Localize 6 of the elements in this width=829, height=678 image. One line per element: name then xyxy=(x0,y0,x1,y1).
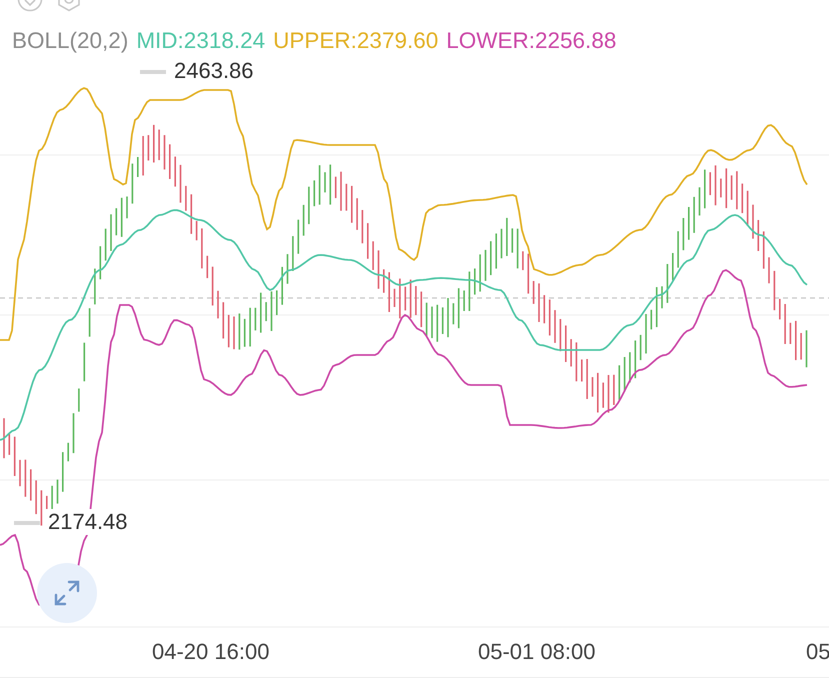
legend-text: MID:2318.24 xyxy=(136,28,266,55)
legend-text: BOLL(20,2) xyxy=(12,28,128,55)
legend-text: UPPER:2379.60 xyxy=(273,28,438,55)
time-label: 04-20 16:00 xyxy=(152,639,270,666)
legend-text: LOWER:2256.88 xyxy=(446,28,616,55)
time-label: 05-01 08:00 xyxy=(478,639,596,666)
